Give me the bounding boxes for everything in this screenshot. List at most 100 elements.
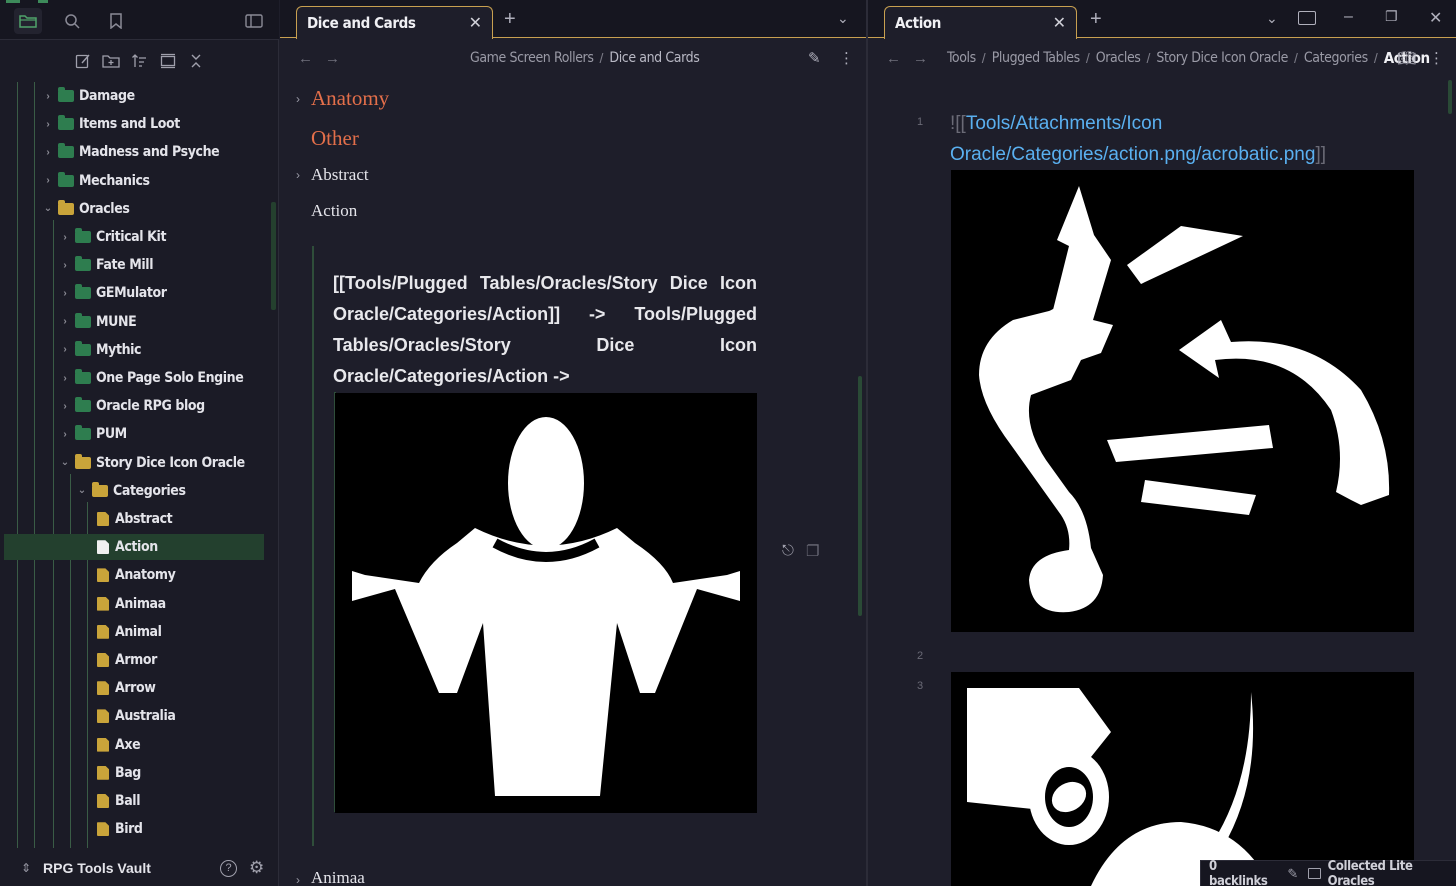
- folder-item[interactable]: › Madness and Psyche: [42, 138, 220, 166]
- tab-dice-and-cards[interactable]: Dice and Cards ✕: [296, 6, 493, 39]
- forward-arrow-icon[interactable]: →: [913, 50, 928, 67]
- vault-switcher[interactable]: ⇕ RPG Tools Vault ? ⚙: [0, 850, 279, 886]
- file-item[interactable]: Bag: [93, 759, 141, 787]
- folder-item[interactable]: › Fate Mill: [59, 251, 154, 279]
- breadcrumb-separator: /: [599, 50, 604, 66]
- new-tab-icon[interactable]: +: [504, 8, 516, 31]
- chevron-right-icon[interactable]: ›: [42, 147, 54, 158]
- chevron-right-icon[interactable]: ›: [59, 260, 71, 271]
- folder-item[interactable]: › One Page Solo Engine: [59, 364, 244, 392]
- folder-item[interactable]: › Mechanics: [42, 167, 150, 195]
- collapse-all-icon[interactable]: [185, 50, 207, 72]
- chevron-right-icon[interactable]: ›: [59, 429, 71, 440]
- file-item[interactable]: Animal: [93, 618, 162, 646]
- link-path[interactable]: Tools/Attachments/Icon Oracle/Categories…: [950, 113, 1315, 165]
- sort-icon[interactable]: [128, 50, 150, 72]
- folder-item[interactable]: › Mythic: [59, 336, 142, 364]
- chevron-down-icon[interactable]: ⌄: [59, 457, 71, 468]
- forward-arrow-icon[interactable]: →: [325, 50, 340, 67]
- bookmark-icon[interactable]: [102, 8, 130, 34]
- collapse-chevron-icon[interactable]: ›: [296, 873, 300, 886]
- search-icon[interactable]: [58, 8, 86, 34]
- right-sidebar-toggle-icon[interactable]: [1298, 11, 1316, 25]
- file-item[interactable]: Animaa: [93, 590, 166, 618]
- new-folder-icon[interactable]: [100, 50, 122, 72]
- collapse-chevron-icon[interactable]: ›: [296, 168, 300, 182]
- pane-scrollbar[interactable]: [1448, 80, 1452, 114]
- plugin-status[interactable]: Collected Lite Oracles: [1328, 859, 1456, 886]
- chevron-down-icon[interactable]: ⌄: [76, 485, 88, 496]
- sidebar-scrollbar[interactable]: [271, 202, 276, 310]
- file-item[interactable]: Action: [93, 533, 158, 561]
- file-item[interactable]: Arrow: [93, 674, 156, 702]
- copy-icon[interactable]: ❐: [806, 542, 819, 560]
- folder-item[interactable]: ⌄ Story Dice Icon Oracle: [59, 449, 245, 477]
- backlinks-count[interactable]: 0 backlinks: [1209, 859, 1275, 886]
- navigation-bar: ← → Game Screen Rollers / Dice and Cards…: [280, 40, 866, 76]
- open-link-icon[interactable]: ⎋: [782, 542, 794, 559]
- file-item[interactable]: Bird: [93, 815, 143, 843]
- chevron-right-icon[interactable]: ›: [42, 175, 54, 186]
- breadcrumb-item[interactable]: Plugged Tables: [992, 50, 1081, 66]
- file-item[interactable]: Axe: [93, 731, 141, 759]
- chevron-right-icon[interactable]: ›: [42, 91, 54, 102]
- collapse-chevron-icon[interactable]: ›: [296, 92, 300, 106]
- collapse-expand-icon[interactable]: [157, 50, 179, 72]
- chevron-right-icon[interactable]: ›: [59, 344, 71, 355]
- sidebar-toggle-icon[interactable]: [240, 8, 268, 34]
- edit-pencil-icon[interactable]: ✎: [808, 49, 821, 67]
- back-arrow-icon[interactable]: ←: [886, 50, 901, 67]
- reading-view-book-icon[interactable]: 📖︎: [1397, 49, 1416, 67]
- chevron-right-icon[interactable]: ›: [42, 119, 54, 130]
- file-item[interactable]: Abstract: [93, 505, 173, 533]
- breadcrumb-item[interactable]: Oracles: [1096, 50, 1141, 66]
- embed-link-source[interactable]: ![[Tools/Attachments/Icon Oracle/Categor…: [950, 108, 1420, 170]
- breadcrumb-item[interactable]: Categories: [1304, 50, 1368, 66]
- breadcrumb-item[interactable]: Story Dice Icon Oracle: [1156, 50, 1288, 66]
- tab-list-chevron-icon[interactable]: ⌄: [1266, 10, 1278, 27]
- folder-item[interactable]: › PUM: [59, 420, 127, 448]
- file-item[interactable]: Armor: [93, 646, 157, 674]
- folder-item[interactable]: › Critical Kit: [59, 223, 166, 251]
- file-item[interactable]: Australia: [93, 702, 176, 730]
- close-window-icon[interactable]: ✕: [1429, 8, 1442, 28]
- chevron-right-icon[interactable]: ›: [59, 401, 71, 412]
- more-options-icon[interactable]: ⋮: [1429, 49, 1444, 67]
- back-arrow-icon[interactable]: ←: [298, 50, 313, 67]
- folder-item[interactable]: › MUNE: [59, 308, 137, 336]
- chevron-right-icon[interactable]: ›: [59, 373, 71, 384]
- tree-item-label: Mechanics: [79, 172, 150, 189]
- breadcrumb-item[interactable]: Tools: [947, 50, 976, 66]
- restore-window-icon[interactable]: ❐: [1385, 8, 1398, 25]
- chevron-right-icon[interactable]: ›: [59, 232, 71, 243]
- new-tab-icon[interactable]: +: [1090, 8, 1102, 31]
- folder-icon: [75, 340, 91, 356]
- pane-scrollbar[interactable]: [858, 376, 862, 616]
- chevron-down-icon[interactable]: ⌄: [42, 203, 54, 214]
- edit-pencil-icon[interactable]: ✎: [1287, 866, 1298, 882]
- layout-icon[interactable]: [1308, 868, 1321, 879]
- folder-item[interactable]: › Items and Loot: [42, 110, 180, 138]
- breadcrumb-item[interactable]: Game Screen Rollers: [470, 50, 594, 66]
- file-item[interactable]: Ball: [93, 787, 141, 815]
- folder-item[interactable]: › GEMulator: [59, 279, 167, 307]
- settings-gear-icon[interactable]: ⚙: [249, 858, 264, 878]
- minimize-window-icon[interactable]: –: [1344, 8, 1353, 26]
- close-tab-icon[interactable]: ✕: [1053, 13, 1066, 33]
- breadcrumb-item[interactable]: Dice and Cards: [609, 50, 699, 66]
- folder-item[interactable]: › Oracle RPG blog: [59, 392, 205, 420]
- close-tab-icon[interactable]: ✕: [469, 13, 482, 33]
- chevron-right-icon[interactable]: ›: [59, 288, 71, 299]
- vault-switch-icon[interactable]: ⇕: [21, 861, 31, 875]
- new-note-icon[interactable]: [72, 50, 94, 72]
- folder-item[interactable]: ⌄ Categories: [76, 477, 186, 505]
- help-icon[interactable]: ?: [220, 859, 237, 877]
- folder-item[interactable]: ⌄ Oracles: [42, 195, 130, 223]
- tab-action[interactable]: Action ✕: [884, 6, 1077, 39]
- folder-icon[interactable]: [14, 8, 42, 34]
- chevron-right-icon[interactable]: ›: [59, 316, 71, 327]
- tab-list-chevron-icon[interactable]: ⌄: [837, 10, 849, 27]
- more-options-icon[interactable]: ⋮: [839, 49, 854, 67]
- file-item[interactable]: Anatomy: [93, 561, 176, 589]
- folder-item[interactable]: › Damage: [42, 82, 135, 110]
